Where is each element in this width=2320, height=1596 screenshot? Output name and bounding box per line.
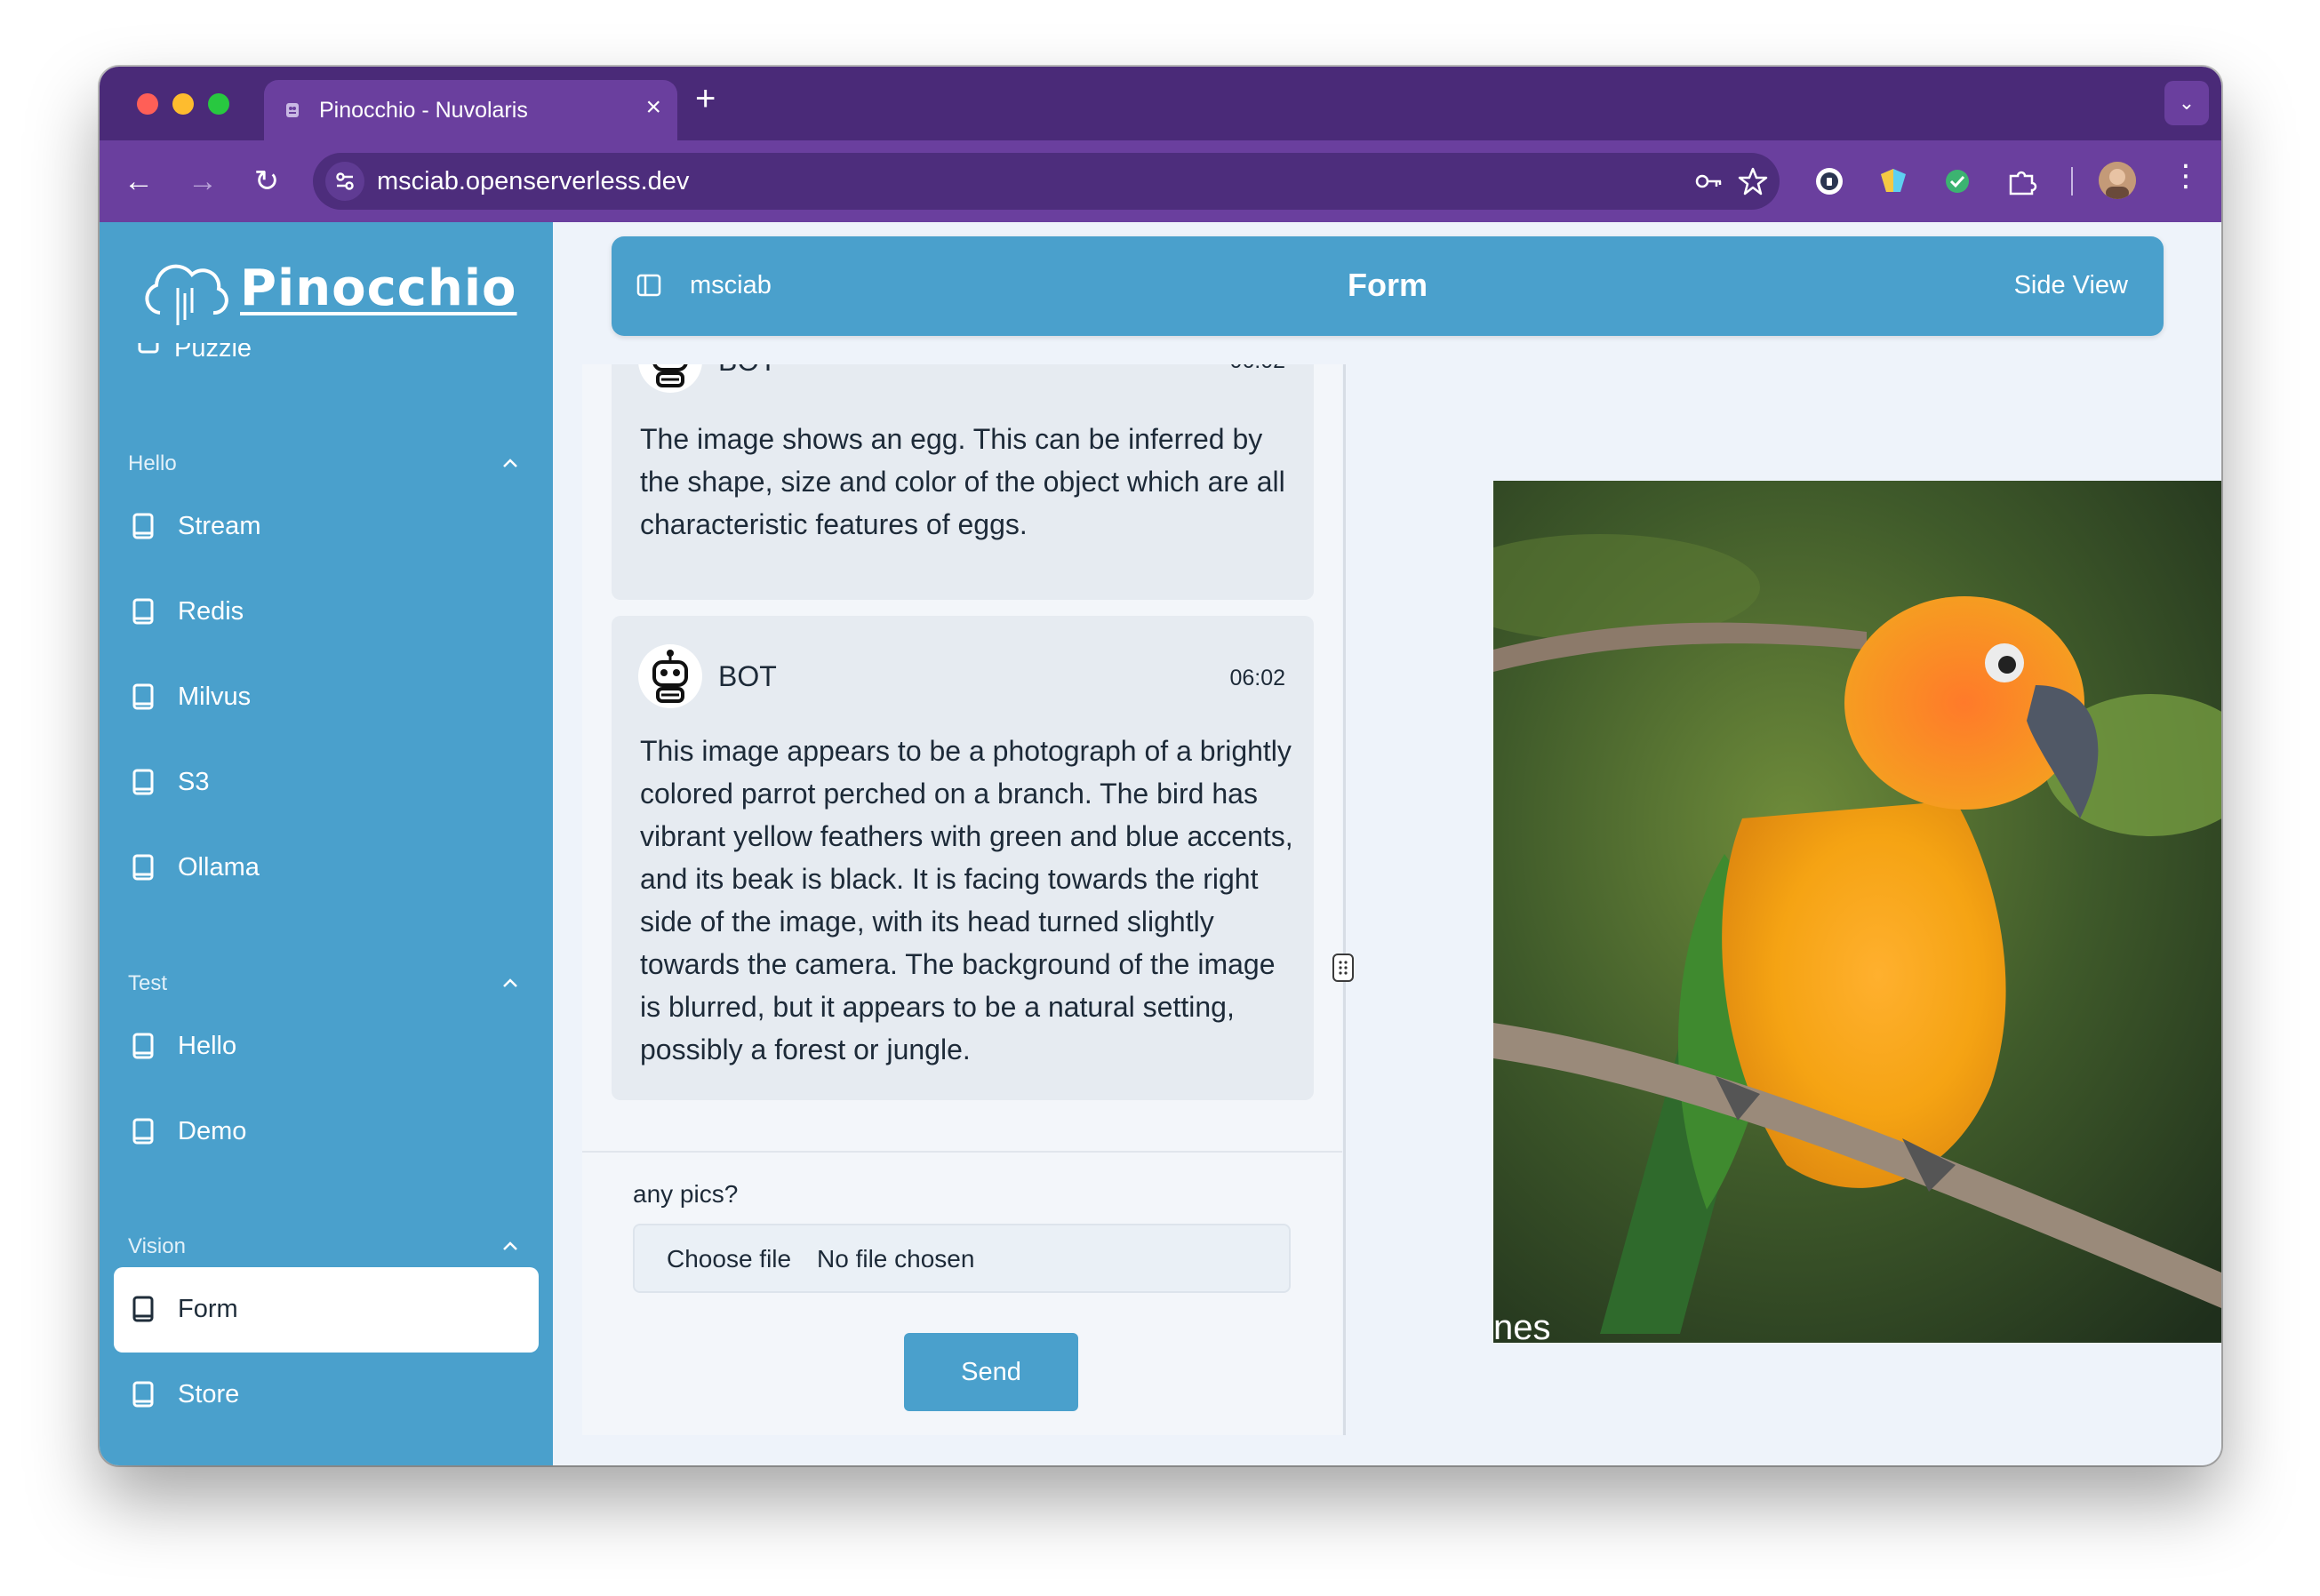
chevron-up-icon[interactable] [498, 451, 523, 475]
sidebar-item-puzzle[interactable]: Puzzle [137, 343, 404, 370]
extensions-puzzle-icon[interactable] [2004, 164, 2039, 199]
chat-message: BOT 06:02 This image appears to be a pho… [612, 616, 1314, 1100]
extension-gem-icon[interactable] [1876, 164, 1911, 199]
choose-file-button[interactable]: Choose file [667, 1245, 791, 1273]
chevron-up-icon[interactable] [498, 1233, 523, 1258]
send-button[interactable]: Send [904, 1333, 1078, 1411]
browser-tab[interactable]: Pinocchio - Nuvolaris × [264, 80, 677, 140]
image-watermark: nes [1493, 1308, 1551, 1343]
message-sender: BOT [718, 660, 777, 692]
sidebar-item-ollama[interactable]: Ollama [114, 826, 539, 911]
extension-check-icon[interactable] [1940, 164, 1975, 199]
sidebar-item-redis[interactable]: Redis [114, 570, 539, 655]
book-icon [132, 769, 154, 795]
form-divider [582, 1151, 1342, 1153]
book-icon [132, 854, 154, 881]
book-icon [132, 1296, 154, 1322]
favicon-icon [286, 103, 299, 117]
chat-message: BOT 06:02 The image shows an egg. This c… [612, 364, 1314, 600]
file-field-label: any pics? [633, 1180, 739, 1208]
sidebar-item-milvus[interactable]: Milvus [114, 655, 539, 740]
tab-title: Pinocchio - Nuvolaris [319, 98, 528, 123]
sidebar-item-demo[interactable]: Demo [114, 1089, 539, 1175]
book-icon [132, 1381, 154, 1408]
site-info-icon[interactable] [325, 162, 364, 201]
profile-avatar[interactable] [2099, 162, 2136, 199]
message-sender: BOT [718, 364, 777, 378]
minimize-window-button[interactable] [172, 93, 194, 115]
sidebar-item-label: S3 [178, 768, 210, 796]
page-title: Form [1348, 267, 1428, 303]
sidebar-item-label: Milvus [178, 682, 252, 711]
sidebar-item-store[interactable]: Store [114, 1353, 539, 1438]
message-text: This image appears to be a photograph of… [640, 735, 1293, 1065]
file-input[interactable]: Choose file No file chosen [633, 1224, 1291, 1293]
url-text[interactable]: msciab.openserverless.dev [377, 167, 689, 196]
split-divider[interactable] [1343, 364, 1346, 1435]
sidebar-toggle-icon[interactable] [636, 274, 661, 297]
book-icon [132, 1033, 154, 1059]
logo-text: Pinocchio [240, 259, 517, 317]
sidebar-item-hello[interactable]: Hello [114, 1004, 539, 1089]
chevron-up-icon[interactable] [498, 970, 523, 995]
drag-handle-icon[interactable] [1332, 954, 1354, 982]
sidebar-item-label: Puzzle [174, 343, 252, 363]
close-window-button[interactable] [137, 93, 158, 115]
section-title-hello: Hello [128, 451, 177, 475]
book-icon [132, 598, 154, 625]
section-title-test: Test [128, 971, 168, 995]
close-tab-icon[interactable]: × [645, 92, 661, 123]
sidebar-item-label: Stream [178, 512, 261, 540]
parrot-photo [1493, 481, 2221, 1343]
book-icon [132, 513, 154, 539]
bookmark-star-icon[interactable] [1737, 165, 1769, 197]
sidebar-item-label: Form [178, 1295, 238, 1323]
reload-icon[interactable]: ↻ [245, 160, 288, 203]
maximize-window-button[interactable] [208, 93, 229, 115]
file-status-text: No file chosen [817, 1245, 975, 1273]
message-time: 06:02 [1229, 364, 1285, 374]
app-name[interactable]: msciab [690, 271, 772, 300]
sidebar: Pinocchio Puzzle Hello Stream Redis Milv… [100, 222, 553, 1465]
page-header: msciab Form Side View [612, 236, 2164, 336]
new-tab-icon[interactable]: + [695, 81, 716, 116]
side-view-image: nes [1493, 481, 2221, 1343]
robot-avatar-icon [638, 644, 702, 708]
sidebar-item-s3[interactable]: S3 [114, 740, 539, 826]
browser-menu-icon[interactable]: ⋮ [2171, 158, 2201, 194]
sidebar-item-label: Redis [178, 597, 244, 626]
key-icon[interactable] [1692, 165, 1724, 197]
toolbar-divider [2071, 167, 2073, 196]
section-title-vision: Vision [128, 1234, 186, 1258]
book-icon [132, 683, 154, 710]
side-view-button[interactable]: Side View [2014, 271, 2128, 300]
browser-window: Pinocchio - Nuvolaris × + ⌄ ← → ↻ msciab… [100, 67, 2221, 1465]
extension-lock-icon[interactable] [1812, 164, 1847, 199]
sidebar-item-stream[interactable]: Stream [114, 484, 539, 570]
sidebar-item-label: Store [178, 1380, 240, 1408]
chat-panel: BOT 06:02 The image shows an egg. This c… [582, 364, 1342, 1435]
address-bar[interactable]: msciab.openserverless.dev [313, 153, 1780, 210]
sidebar-item-form[interactable]: Form [114, 1267, 539, 1353]
book-icon [132, 1118, 154, 1145]
sidebar-item-label: Demo [178, 1117, 247, 1145]
sidebar-item-label: Ollama [178, 853, 260, 882]
sidebar-item-label: Hello [178, 1032, 237, 1060]
message-text: The image shows an egg. This can be infe… [640, 423, 1285, 540]
tab-search-chevron-icon[interactable]: ⌄ [2164, 81, 2209, 125]
robot-avatar-icon [638, 364, 702, 393]
forward-arrow-icon[interactable]: → [181, 160, 224, 203]
main-content: msciab Form Side View BOT 06: [553, 222, 2221, 1465]
message-time: 06:02 [1229, 666, 1285, 690]
tab-strip: Pinocchio - Nuvolaris × + ⌄ [100, 67, 2221, 140]
back-arrow-icon[interactable]: ← [117, 160, 160, 203]
browser-toolbar: ← → ↻ msciab.openserverless.dev ⋮ [100, 140, 2221, 222]
